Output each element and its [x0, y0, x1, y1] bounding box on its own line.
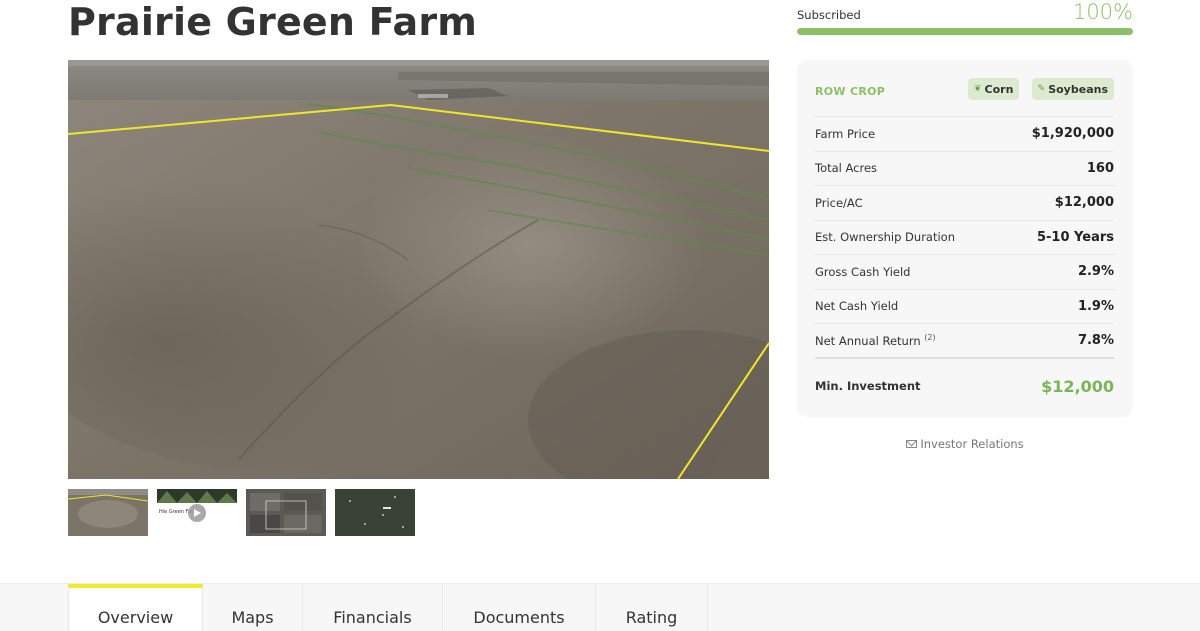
- tab-rating[interactable]: Rating: [596, 584, 708, 631]
- tab-label: Rating: [625, 607, 678, 627]
- tag-corn[interactable]: ❦ Corn: [968, 78, 1020, 100]
- corn-icon: ❦: [974, 84, 982, 94]
- detail-row-farm-price: Farm Price $1,920,000: [815, 116, 1114, 151]
- tab-financials[interactable]: Financials: [303, 584, 443, 631]
- farm-details-list: Farm Price $1,920,000 Total Acres 160 Pr…: [815, 116, 1114, 358]
- investor-relations-link[interactable]: Investor Relations: [797, 437, 1133, 451]
- tag-label: Corn: [984, 82, 1014, 96]
- subscription-label: Subscribed: [797, 8, 861, 22]
- tab-label: Documents: [473, 607, 565, 627]
- detail-key-text: Net Annual Return: [815, 334, 921, 349]
- detail-row-price-per-acre: Price/AC $12,000: [815, 185, 1114, 220]
- detail-row-ownership-duration: Est. Ownership Duration 5-10 Years: [815, 219, 1114, 255]
- aerial-field-image: [68, 60, 769, 479]
- detail-key: Price/AC: [815, 195, 863, 210]
- detail-value: 5-10 Years: [1036, 229, 1114, 245]
- detail-row-net-annual-return: Net Annual Return (2) 7.8%: [815, 323, 1114, 358]
- crop-type-label: ROW CROP: [815, 85, 886, 98]
- detail-key: Net Cash Yield: [815, 299, 899, 314]
- min-investment-value: $12,000: [1041, 376, 1114, 396]
- leaf-icon: ✎: [1037, 84, 1046, 94]
- tab-documents[interactable]: Documents: [443, 584, 596, 631]
- detail-value: $1,920,000: [1031, 126, 1114, 142]
- page-title: Prairie Green Farm: [68, 0, 478, 44]
- envelope-icon: [906, 440, 918, 448]
- detail-key: Farm Price: [815, 126, 876, 141]
- tab-maps[interactable]: Maps: [203, 584, 303, 631]
- detail-row-net-cash-yield: Net Cash Yield 1.9%: [815, 288, 1114, 324]
- farm-summary-card: ROW CROP ❦ Corn ✎ Soybeans Farm Price $1…: [797, 60, 1133, 417]
- min-investment-label: Min. Investment: [815, 379, 921, 393]
- detail-key: Est. Ownership Duration: [815, 230, 956, 245]
- investor-relations-label: Investor Relations: [920, 437, 1024, 451]
- subscription-status: Subscribed 100%: [797, 0, 1133, 30]
- detail-key: Gross Cash Yield: [815, 264, 911, 279]
- crop-header: ROW CROP ❦ Corn ✎ Soybeans: [815, 77, 1114, 117]
- tab-label: Financials: [333, 607, 412, 627]
- footnote-marker[interactable]: (2): [924, 333, 935, 342]
- detail-row-gross-cash-yield: Gross Cash Yield 2.9%: [815, 254, 1114, 289]
- detail-value: $12,000: [1054, 195, 1114, 211]
- satellite-map-thumbnail[interactable]: [335, 489, 415, 536]
- subscription-progress-fill: [797, 28, 1133, 35]
- video-thumbnail[interactable]: Hie Green Farm: [157, 489, 237, 536]
- tag-label: Soybeans: [1048, 82, 1108, 96]
- hero-farm-photo[interactable]: [68, 60, 769, 479]
- tag-soybeans[interactable]: ✎ Soybeans: [1031, 78, 1114, 100]
- aerial-field-thumbnail[interactable]: [68, 489, 148, 536]
- detail-key: Total Acres: [815, 161, 878, 176]
- detail-value: 1.9%: [1077, 298, 1114, 314]
- subscription-progress-bar: [797, 28, 1133, 35]
- min-investment-row: Min. Investment $12,000: [815, 357, 1114, 417]
- detail-tab-bar: Overview Maps Financials Documents Ratin…: [0, 583, 1200, 631]
- detail-value: 2.9%: [1077, 264, 1114, 280]
- tab-label: Maps: [231, 607, 274, 627]
- tab-overview[interactable]: Overview: [68, 584, 203, 631]
- detail-value: 7.8%: [1077, 333, 1114, 349]
- detail-value: 160: [1086, 160, 1114, 176]
- detail-row-total-acres: Total Acres 160: [815, 150, 1114, 186]
- subscription-percent: 100%: [1072, 0, 1133, 24]
- detail-key: Net Annual Return (2): [815, 333, 936, 348]
- parcel-map-thumbnail[interactable]: [246, 489, 326, 536]
- tab-label: Overview: [97, 607, 174, 627]
